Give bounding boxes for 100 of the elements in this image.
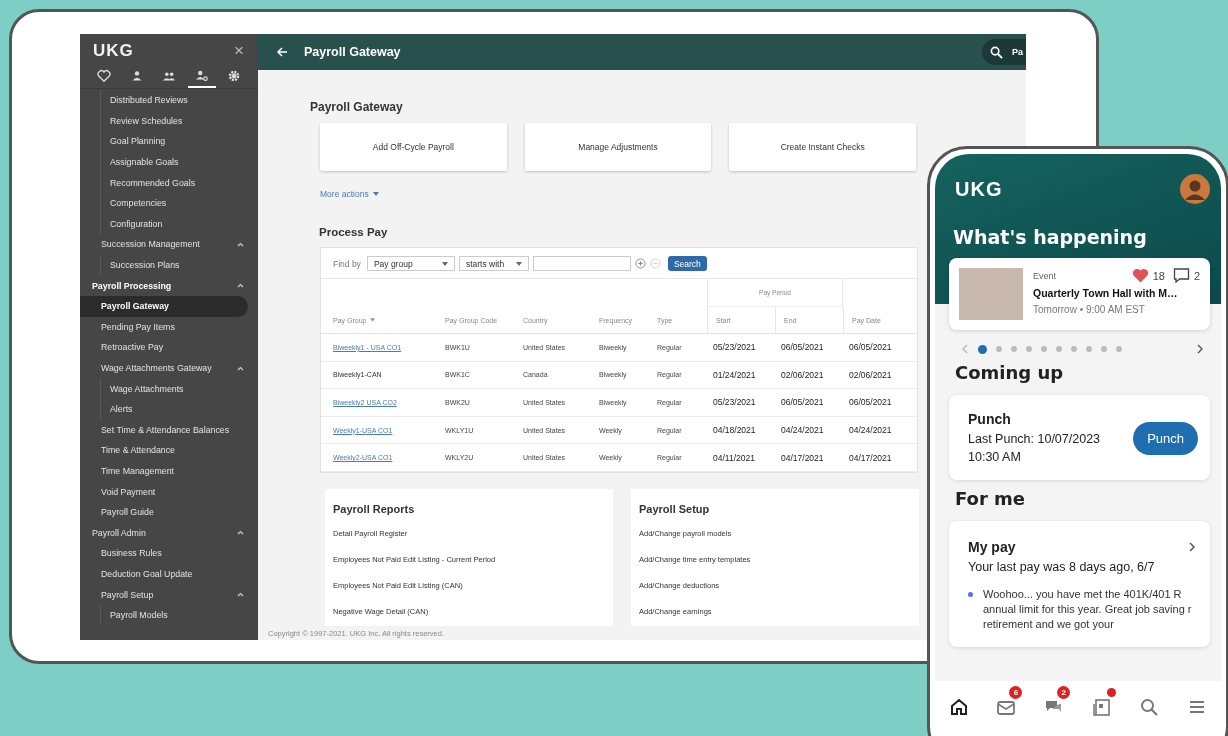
- more-actions-link[interactable]: More actions: [320, 189, 379, 199]
- search-input[interactable]: [532, 256, 631, 271]
- card-title: My pay: [968, 539, 1016, 555]
- nav-tab[interactable]: 2: [1036, 685, 1073, 719]
- carousel-dot[interactable]: [1071, 346, 1077, 352]
- newspaper-icon: [1091, 697, 1112, 717]
- last-pay-text: Your last pay was 8 days ago, 6/7: [968, 559, 1156, 576]
- ukg-logo: UKG: [93, 41, 134, 61]
- carousel-dot[interactable]: [996, 346, 1002, 352]
- sidebar-item[interactable]: Configuration: [101, 213, 258, 235]
- count-badge: 2: [1057, 686, 1071, 699]
- find-by-label: Find by: [333, 258, 361, 269]
- sidebar-item[interactable]: Void Payment: [80, 481, 258, 502]
- count-badge: 6: [1009, 686, 1023, 699]
- panel-title: Payroll Reports: [333, 502, 416, 515]
- sidebar-item[interactable]: Payroll Processing: [80, 275, 258, 296]
- carousel-dot[interactable]: [1041, 346, 1047, 352]
- section-heading: Coming up: [955, 362, 1065, 383]
- close-button[interactable]: ×: [234, 41, 244, 61]
- add-circle-icon[interactable]: [634, 258, 646, 269]
- carousel-dot[interactable]: [1101, 346, 1107, 352]
- table-cell: 04/24/2021: [849, 425, 892, 436]
- sidebar-item[interactable]: Succession Management: [80, 234, 258, 255]
- table-cell: 06/05/2021: [849, 342, 892, 353]
- table-cell: 02/06/2021: [781, 369, 824, 380]
- action-card-button[interactable]: Manage Adjustments: [524, 123, 712, 171]
- table-cell: 05/23/2021: [713, 342, 756, 353]
- ukg-logo: UKG: [955, 177, 1003, 201]
- carousel-dot[interactable]: [1116, 346, 1122, 352]
- sidebar-item[interactable]: Distributed Reviews: [101, 90, 258, 111]
- sidebar-item[interactable]: Wage Attachments Gateway: [80, 357, 258, 379]
- table-cell: 06/05/2021: [849, 397, 892, 408]
- caret-icon: [372, 192, 379, 196]
- chevron-right-icon[interactable]: [1196, 344, 1204, 354]
- search-icon: [990, 45, 1003, 59]
- table-cell: 02/06/2021: [849, 369, 892, 380]
- sidebar-item[interactable]: Time & Attendance: [80, 440, 258, 461]
- sidebar-item[interactable]: Set Time & Attendance Balances: [80, 419, 258, 441]
- carousel-dot[interactable]: [1086, 346, 1092, 352]
- sidebar-item[interactable]: Time Management: [80, 460, 258, 482]
- sidebar-item[interactable]: Recommended Goals: [101, 172, 258, 193]
- comment-count: 2: [1193, 269, 1200, 282]
- carousel-dot[interactable]: [1026, 346, 1032, 352]
- table-cell: 04/18/2021: [713, 425, 756, 436]
- operator-dropdown[interactable]: starts with: [458, 256, 529, 271]
- search-field[interactable]: Pa: [982, 39, 1026, 65]
- event-card[interactable]: Event 18 2 Quarterly Town Hall with M… Tomorrow • 9:00 AM EST: [949, 258, 1210, 330]
- sidebar-item[interactable]: Retroactive Pay: [80, 337, 258, 358]
- table-cell: 06/05/2021: [781, 342, 824, 353]
- photo-placeholder: [959, 268, 1023, 320]
- table-cell: 04/24/2021: [781, 425, 824, 436]
- chevron-right-icon[interactable]: [1188, 541, 1196, 553]
- action-card-button[interactable]: Add Off-Cycle Payroll: [320, 123, 507, 171]
- sidebar-item[interactable]: Competencies: [101, 192, 258, 214]
- table-cell: 04/11/2021: [713, 452, 755, 463]
- event-type-label: Event: [1033, 270, 1056, 281]
- bullet-dot: [968, 591, 973, 597]
- last-punch-text: Last Punch: 10/07/2023 10:30 AM: [968, 431, 1102, 466]
- sidebar-item[interactable]: Deduction Goal Update: [80, 563, 258, 585]
- search-button[interactable]: Search: [667, 256, 707, 271]
- carousel-dot[interactable]: [978, 344, 987, 354]
- sidebar-item[interactable]: Review Schedules: [101, 110, 258, 132]
- event-title: Quarterly Town Hall with M…: [1033, 287, 1179, 299]
- page-header-title: Payroll Gateway: [304, 45, 402, 59]
- action-card-button[interactable]: Create Instant Checks: [729, 123, 916, 171]
- sidebar-item[interactable]: Succession Plans: [101, 254, 258, 276]
- table-cell: 06/05/2021: [781, 397, 824, 408]
- punch-button[interactable]: Punch: [1133, 422, 1198, 455]
- caret-icon: [515, 261, 522, 266]
- event-time: Tomorrow • 9:00 AM EST: [1033, 304, 1146, 315]
- like-count: 18: [1152, 269, 1165, 282]
- sidebar-item[interactable]: Wage Attachments: [101, 378, 258, 399]
- panel-title: Payroll Setup: [639, 502, 711, 515]
- my-pay-card[interactable]: My pay Your last pay was 8 days ago, 6/7 Woohoo... you have met the 401K/401 R annual limit for this year. Great job saving r retirement and we got your: [949, 521, 1210, 647]
- avatar-silhouette-icon[interactable]: [1180, 174, 1210, 204]
- field-dropdown[interactable]: Pay group: [366, 256, 455, 271]
- carousel-dot[interactable]: [1056, 346, 1062, 352]
- comment-icon[interactable]: [1172, 268, 1190, 283]
- section-heading: What's happening: [953, 226, 1148, 248]
- sidebar-item[interactable]: Payroll Gateway: [80, 295, 248, 317]
- nav-tab[interactable]: 6: [988, 685, 1025, 719]
- back-arrow-icon[interactable]: [276, 46, 288, 58]
- caret-icon: [441, 261, 448, 266]
- sidebar-item[interactable]: Assignable Goals: [101, 151, 258, 173]
- table-cell: 04/17/2021: [781, 452, 824, 463]
- search-icon: [1139, 697, 1160, 717]
- person-key-icon: [194, 69, 209, 83]
- sidebar-item[interactable]: Pending Pay Items: [80, 316, 258, 338]
- sidebar-item[interactable]: Alerts: [101, 398, 258, 420]
- sort-caret-icon: [370, 318, 376, 322]
- sidebar-item[interactable]: Payroll Admin: [80, 522, 258, 544]
- carousel-dot[interactable]: [1011, 346, 1017, 352]
- sidebar-item[interactable]: Business Rules: [80, 543, 258, 564]
- section-heading: For me: [955, 488, 1027, 509]
- sidebar-item[interactable]: Goal Planning: [101, 131, 258, 152]
- heart-icon[interactable]: [1131, 268, 1149, 283]
- sidebar-item[interactable]: Payroll Guide: [80, 501, 258, 523]
- sidebar-item[interactable]: Payroll Models: [101, 604, 258, 626]
- section-heading: Payroll Gateway: [310, 100, 404, 114]
- sidebar-item[interactable]: Payroll Setup: [80, 584, 258, 605]
